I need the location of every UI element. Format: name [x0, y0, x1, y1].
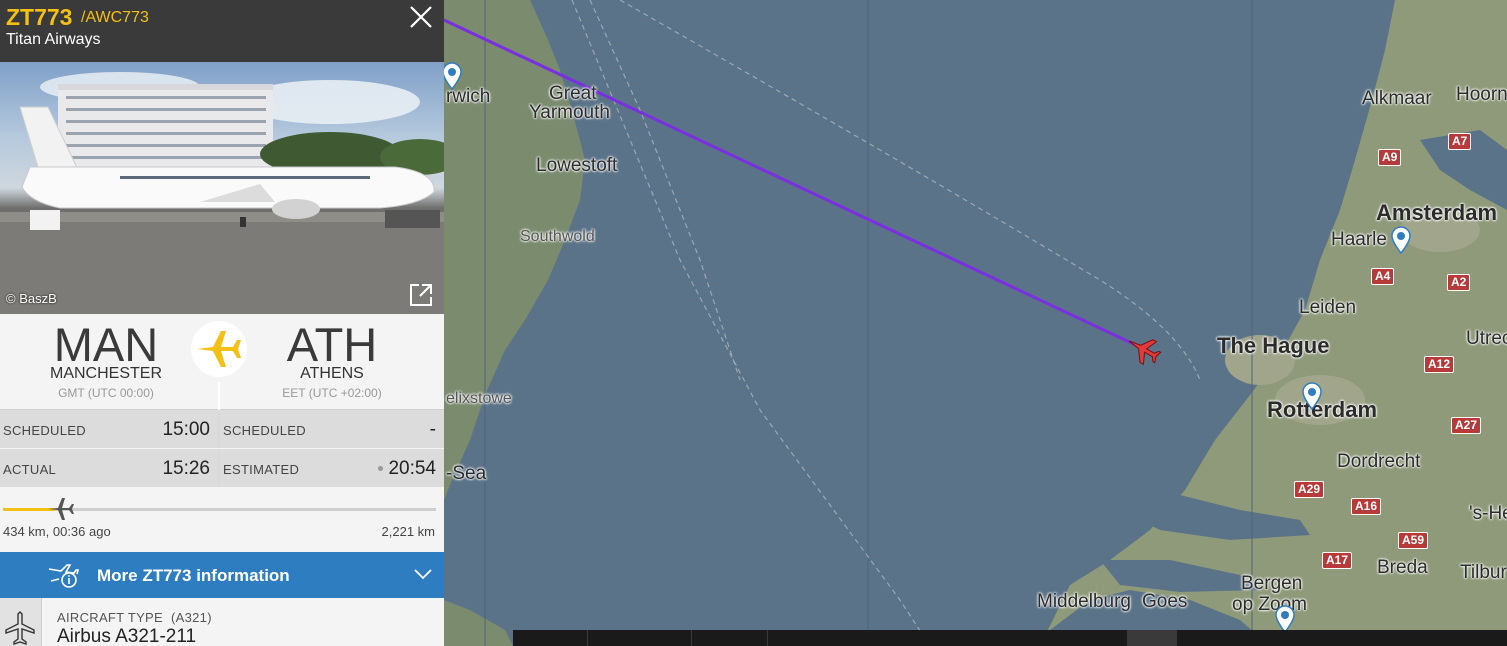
arrival-scheduled-cell: SCHEDULED - — [220, 410, 444, 448]
flight-number: ZT773 — [6, 4, 73, 30]
origin-code: MAN — [53, 318, 159, 371]
external-link-icon[interactable] — [408, 282, 434, 308]
aircraft-type-caption: AIRCRAFT TYPE — [57, 610, 163, 625]
origin-timezone: GMT (UTC 00:00) — [58, 386, 154, 400]
flight-info-icon — [48, 564, 80, 588]
road-shield: A12 — [1424, 356, 1455, 373]
toolbar-divider — [691, 630, 692, 646]
aircraft-photo[interactable]: © BaszB — [0, 62, 444, 314]
aircraft-photo-image — [0, 72, 444, 314]
airport-pin-icon[interactable] — [1390, 226, 1412, 254]
map-label: Dordrecht — [1337, 451, 1421, 472]
aircraft-info: AIRCRAFT TYPE (A321) Airbus A321-211 — [0, 598, 444, 646]
more-information-button[interactable]: More ZT773 information — [0, 552, 444, 598]
progress-airplane-icon — [48, 498, 74, 520]
photo-credit: © BaszB — [6, 291, 57, 306]
destination-timezone: EET (UTC +02:00) — [282, 386, 382, 400]
map-label: Yarmouth — [529, 102, 610, 123]
bottom-toolbar[interactable] — [513, 630, 1507, 646]
aircraft-icon-box — [0, 598, 42, 646]
departure-actual-label: ACTUAL — [3, 462, 57, 477]
route-divider — [218, 382, 220, 410]
map-label: Breda — [1377, 557, 1428, 578]
map-label: 's-He — [1469, 503, 1507, 524]
map-label: -Sea — [446, 463, 487, 484]
map-label: Haarle — [1331, 229, 1387, 250]
road-shield: A4 — [1371, 268, 1395, 285]
departure-actual-time: 15:26 — [162, 458, 210, 479]
map-label: Hoorn — [1456, 84, 1507, 105]
map-label: elixstowe — [446, 390, 512, 407]
road-shield: A2 — [1447, 274, 1471, 291]
route-plane-badge — [191, 321, 247, 377]
aircraft-model: Airbus A321-211 — [57, 626, 197, 646]
map-label: Leiden — [1299, 297, 1357, 318]
departure-scheduled-cell: SCHEDULED 15:00 — [0, 410, 218, 448]
flight-icao: /AWC773 — [81, 9, 149, 26]
departure-actual-cell: ACTUAL 15:26 — [0, 449, 218, 487]
airport-pin-icon[interactable] — [1301, 382, 1323, 410]
toolbar-divider — [1127, 630, 1177, 646]
progress-flown: 434 km, 00:36 ago — [3, 524, 111, 539]
arrival-estimated-label: ESTIMATED — [223, 462, 300, 477]
arrival-scheduled-time: - — [429, 419, 436, 440]
map-label: Alkmaar — [1362, 88, 1432, 109]
map-label: Lowestoft — [536, 155, 618, 176]
map-label: Tilbur — [1460, 562, 1507, 583]
map-label: Bergen — [1241, 573, 1303, 594]
map-label: Utrec — [1466, 328, 1507, 349]
departure-scheduled-time: 15:00 — [162, 419, 210, 440]
arrival-estimated-cell: ESTIMATED 20:54 — [220, 449, 444, 487]
toolbar-divider — [767, 630, 768, 646]
map-label: Middelburg — [1037, 591, 1131, 612]
map-label: Goes — [1142, 591, 1188, 612]
map-label: The Hague — [1217, 333, 1330, 358]
flight-progress: 434 km, 00:36 ago 2,221 km — [0, 488, 444, 552]
arrival-estimated-value: 20:54 — [378, 458, 436, 480]
more-information-label: More ZT773 information — [97, 566, 290, 585]
panel-header: ZT773 /AWC773 Titan Airways — [0, 0, 444, 62]
airplane-icon — [197, 331, 241, 367]
progress-track — [3, 498, 436, 520]
map-label: Amsterdam — [1376, 200, 1498, 225]
origin-city: MANCHESTER — [49, 365, 162, 382]
times-row-scheduled: SCHEDULED 15:00 SCHEDULED - — [0, 410, 444, 449]
toolbar-divider — [587, 630, 588, 646]
road-shield: A7 — [1448, 133, 1472, 150]
road-shield: A27 — [1451, 417, 1482, 434]
road-shield: A59 — [1398, 532, 1429, 549]
aircraft-type-label: AIRCRAFT TYPE (A321) — [57, 610, 212, 625]
close-icon[interactable] — [408, 4, 434, 30]
destination-code: ATH — [286, 318, 378, 371]
arrival-estimated-time: 20:54 — [388, 458, 436, 479]
road-shield: A16 — [1351, 498, 1382, 515]
road-shield: A17 — [1322, 552, 1353, 569]
airplane-icon — [5, 611, 35, 645]
airline-name: Titan Airways — [6, 31, 101, 48]
arrival-scheduled-label: SCHEDULED — [223, 423, 306, 438]
chevron-down-icon — [414, 569, 432, 580]
route-summary: MAN MANCHESTER GMT (UTC 00:00) ATH ATHEN… — [0, 314, 444, 410]
destination-city: ATHENS — [300, 365, 364, 382]
airport-pin-icon[interactable] — [1274, 605, 1296, 633]
aircraft-type-code: (A321) — [171, 610, 212, 625]
flight-info-panel: ZT773 /AWC773 Titan Airways © BaszB MAN … — [0, 0, 444, 646]
departure-scheduled-label: SCHEDULED — [3, 423, 86, 438]
airport-pin-icon[interactable] — [441, 62, 463, 90]
road-shield: A29 — [1294, 481, 1325, 498]
status-dot-icon — [378, 466, 384, 472]
road-shield: A9 — [1378, 149, 1402, 166]
map-label: Southwold — [520, 228, 595, 245]
progress-remaining: 2,221 km — [381, 524, 435, 539]
times-row-actual: ACTUAL 15:26 ESTIMATED 20:54 — [0, 449, 444, 488]
